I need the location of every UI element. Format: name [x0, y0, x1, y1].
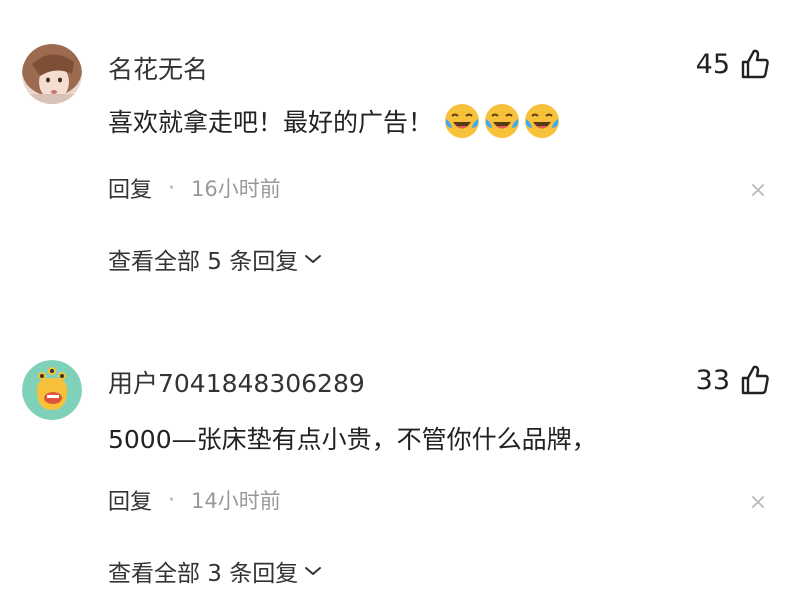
crying-laughing-emoji-icon — [485, 104, 520, 138]
comment-text-content: 喜欢就拿走吧！最好的广告！ — [108, 108, 434, 137]
crying-laughing-emoji-icon — [445, 104, 480, 138]
comment-text-content: 5000—张床垫有点小贵，不管你什么品牌， — [108, 425, 597, 454]
timestamp: 16小时前 — [191, 177, 281, 201]
cartoon-monster-avatar-icon — [22, 360, 82, 420]
comment-meta: 回复 · 16小时前 — [108, 172, 281, 204]
reply-button[interactable]: 回复 — [108, 484, 152, 516]
chevron-down-icon — [305, 567, 322, 575]
view-all-replies-button[interactable]: 查看全部 3 条回复 — [108, 554, 322, 588]
like-count: 33 — [695, 364, 730, 396]
username[interactable]: 名花无名 — [108, 50, 208, 86]
like-count: 45 — [695, 48, 730, 80]
separator-dot: · — [168, 175, 176, 201]
like-button[interactable]: 45 — [696, 48, 770, 80]
view-replies-label: 查看全部 3 条回复 — [108, 561, 299, 587]
like-button[interactable]: 33 — [696, 364, 770, 396]
crying-laughing-emoji-icon — [525, 104, 560, 138]
avatar[interactable] — [22, 360, 82, 420]
thumbs-up-icon — [741, 49, 769, 79]
reply-button[interactable]: 回复 — [108, 172, 152, 204]
timestamp: 14小时前 — [191, 489, 281, 513]
user-photo-avatar-icon — [22, 44, 82, 104]
close-icon[interactable] — [750, 494, 766, 510]
close-icon[interactable] — [750, 182, 766, 198]
comment-meta: 回复 · 14小时前 — [108, 484, 281, 516]
comment-list: 名花无名 45 喜欢就拿走吧！最好的广告！ 回复 · 16小时前 查看全部 5 … — [0, 0, 810, 604]
avatar[interactable] — [22, 44, 82, 104]
separator-dot: · — [168, 487, 176, 513]
view-replies-label: 查看全部 5 条回复 — [108, 249, 299, 275]
thumbs-up-icon — [741, 365, 769, 395]
comment-text: 喜欢就拿走吧！最好的广告！ — [108, 102, 561, 140]
chevron-down-icon — [305, 255, 322, 263]
view-all-replies-button[interactable]: 查看全部 5 条回复 — [108, 242, 322, 276]
comment-text: 5000—张床垫有点小贵，不管你什么品牌， — [108, 420, 597, 456]
username[interactable]: 用户7041848306289 — [108, 364, 365, 400]
